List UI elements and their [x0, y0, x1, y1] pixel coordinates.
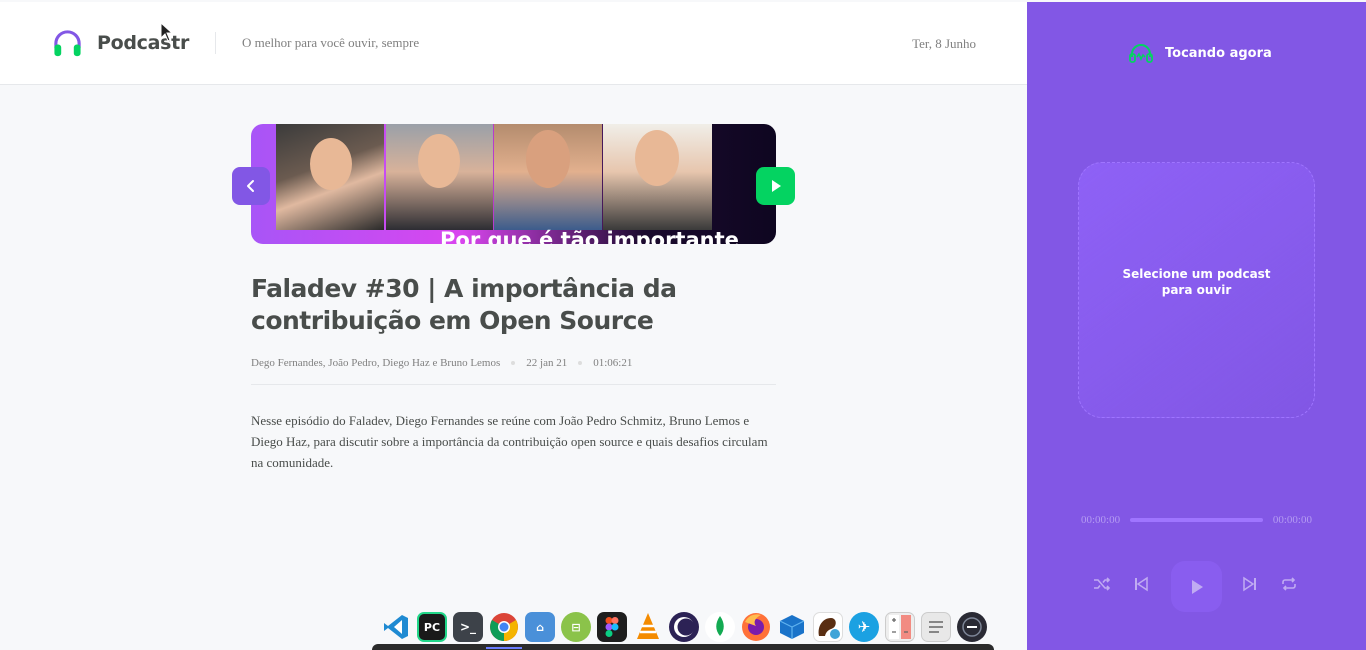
files-icon[interactable]: ⌂: [525, 612, 555, 642]
episode-duration: 01:06:21: [593, 357, 633, 369]
tagline: O melhor para você ouvir, sempre: [242, 35, 420, 50]
thumbnail-caption: Por que é tão importante: [440, 228, 739, 244]
dock-active-indicator: [486, 647, 522, 649]
xcode-like-icon[interactable]: ✈: [849, 612, 879, 642]
header-divider: [215, 32, 217, 54]
play-episode-button[interactable]: [756, 167, 795, 205]
app-name: Podcastr: [97, 32, 190, 54]
separator-dot: [578, 361, 583, 365]
chrome-icon[interactable]: [489, 612, 519, 642]
thumbnail-person: [276, 124, 384, 230]
next-button[interactable]: [1242, 576, 1258, 592]
calculator-icon[interactable]: [885, 612, 915, 642]
headphones-icon: [54, 29, 81, 56]
previous-icon: [1135, 576, 1148, 592]
vlc-icon[interactable]: [633, 612, 663, 642]
play-icon: [771, 180, 781, 192]
dock-bar: [372, 644, 994, 650]
shuffle-button[interactable]: [1093, 576, 1111, 592]
meta-divider: [251, 384, 776, 385]
text-editor-icon[interactable]: [921, 612, 951, 642]
episode-date: 22 jan 21: [526, 357, 568, 369]
separator-dot: [511, 361, 516, 365]
figma-icon[interactable]: [597, 612, 627, 642]
firefox-icon[interactable]: [741, 612, 771, 642]
episode-description: Nesse episódio do Faladev, Diego Fernand…: [251, 413, 768, 470]
thumbnail-person: [494, 124, 602, 230]
intellij-ce-icon[interactable]: [813, 612, 843, 642]
repeat-icon: [1282, 577, 1296, 591]
pycharm-icon[interactable]: PC: [417, 612, 447, 642]
next-icon: [1243, 576, 1256, 592]
current-time: 00:00:00: [1081, 514, 1121, 526]
empty-player-message: Selecione um podcast para ouvir: [1122, 267, 1271, 297]
progress-area: 00:00:00 00:00:00: [1081, 514, 1312, 526]
app-window: Podcastr O melhor para você ouvir, sempr…: [0, 0, 1366, 650]
desktop-dock: PC >_ ⌂ ⊟ ✈: [372, 607, 996, 650]
total-time: 00:00:00: [1272, 514, 1312, 526]
play-button[interactable]: [1171, 561, 1222, 612]
vscode-icon[interactable]: [381, 612, 411, 642]
tor-icon[interactable]: [957, 612, 987, 642]
now-playing-heading: Tocando agora: [1165, 45, 1272, 61]
header: Podcastr O melhor para você ouvir, sempr…: [0, 2, 1027, 85]
episode-thumbnail: Por que é tão importante: [251, 124, 776, 244]
previous-button[interactable]: [1133, 576, 1149, 592]
eclipse-icon[interactable]: [669, 612, 699, 642]
player-header: Tocando agora: [1129, 43, 1272, 63]
back-button[interactable]: [232, 167, 270, 205]
virtualbox-icon[interactable]: [777, 612, 807, 642]
terminal-icon[interactable]: >_: [453, 612, 483, 642]
thumbnail-person: [603, 124, 712, 230]
headphones-icon: [1129, 44, 1153, 63]
thumbnail-person: [386, 124, 493, 230]
player-panel: Tocando agora Selecione um podcast para …: [1027, 2, 1366, 650]
mongodb-compass-icon[interactable]: [705, 612, 735, 642]
mouse-cursor-icon: [160, 22, 174, 42]
episode-title: Faladev #30 | A importância da contribui…: [251, 274, 677, 335]
episode-meta: Dego Fernandes, João Pedro, Diego Haz e …: [251, 357, 632, 369]
shuffle-icon: [1094, 577, 1111, 591]
play-icon: [1191, 579, 1203, 594]
episode-members: Dego Fernandes, João Pedro, Diego Haz e …: [251, 357, 501, 369]
current-date: Ter, 8 Junho: [912, 36, 976, 51]
player-controls: [1027, 557, 1366, 615]
empty-player-box: Selecione um podcast para ouvir: [1078, 162, 1315, 418]
repeat-button[interactable]: [1280, 576, 1298, 592]
progress-bar[interactable]: [1130, 518, 1263, 522]
chevron-left-icon: [247, 180, 254, 192]
android-studio-icon[interactable]: ⊟: [561, 612, 591, 642]
